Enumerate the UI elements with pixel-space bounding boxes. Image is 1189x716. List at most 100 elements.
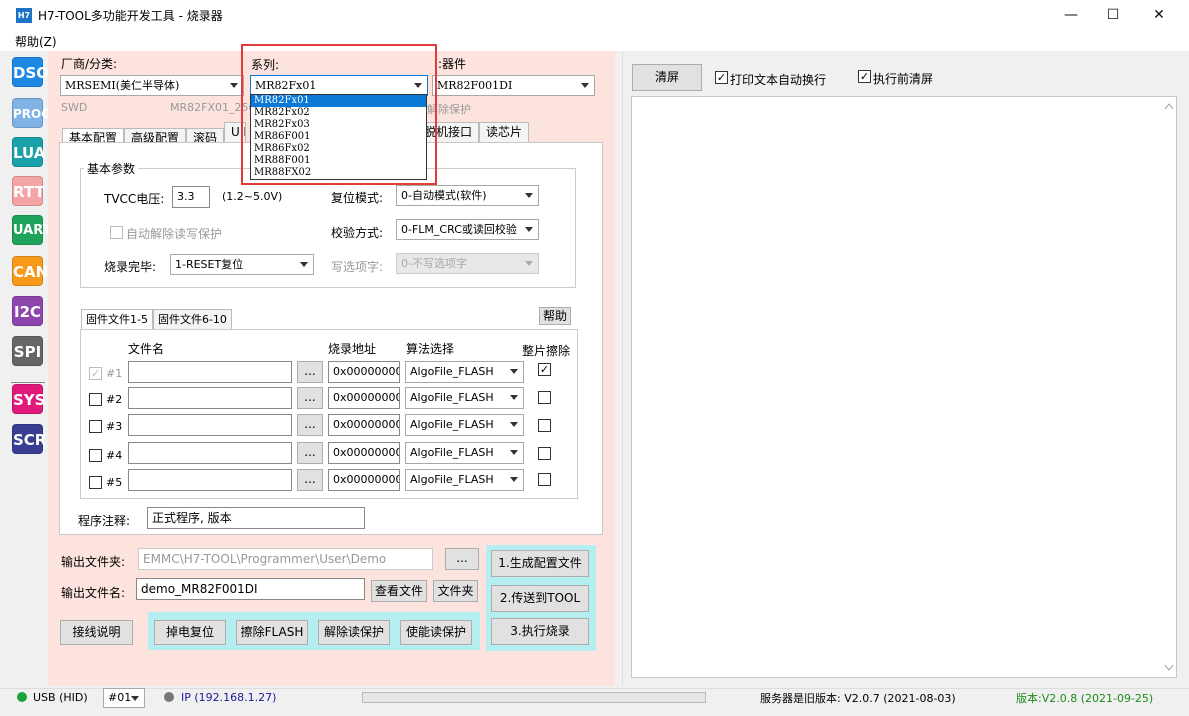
file5-path-input[interactable] — [128, 469, 292, 491]
file5-algorithm-select[interactable]: AlgoFile_FLASH — [405, 469, 524, 491]
reset-mode-value: 0-自动模式(软件) — [401, 189, 487, 202]
nav-scr-button[interactable]: SCR — [12, 424, 46, 454]
chevron-down-icon — [510, 422, 518, 427]
file3-address-input[interactable]: 0x00000000 — [328, 414, 400, 436]
maximize-button[interactable]: ☐ — [1090, 0, 1136, 31]
file4-erase-checkbox[interactable] — [538, 447, 551, 460]
file4-address-input[interactable]: 0x00000000 — [328, 442, 400, 464]
output-folder-input[interactable]: EMMC\H7-TOOL\Programmer\User\Demo — [138, 548, 433, 570]
minimize-button[interactable]: — — [1048, 0, 1094, 31]
help-button[interactable]: 帮助 — [539, 307, 571, 325]
file3-path-input[interactable] — [128, 414, 292, 436]
progress-bar — [362, 692, 706, 703]
verify-select[interactable]: 0-FLM_CRC或读回校验 — [396, 219, 539, 240]
clear-before-label: 执行前清屏 — [873, 72, 934, 86]
file1-erase-checkbox[interactable]: ✓ — [538, 363, 551, 376]
file1-address-input[interactable]: 0x00000000 — [328, 361, 400, 383]
interface-label: SWD — [61, 101, 88, 114]
chevron-down-icon — [510, 369, 518, 374]
log-scrollbar[interactable] — [1162, 97, 1176, 677]
wiring-guide-button[interactable]: 接线说明 — [60, 620, 133, 645]
tvcc-input[interactable]: 3.3 — [172, 186, 210, 208]
file5-algorithm-value: AlgoFile_FLASH — [410, 473, 494, 486]
log-output-area[interactable] — [631, 96, 1177, 678]
autowrap-label: 打印文本自动换行 — [730, 73, 827, 87]
nav-i2c-button[interactable]: I2C — [12, 296, 43, 326]
usb-status: USB (HID) — [33, 691, 88, 704]
tab-read-chip[interactable]: 读芯片 — [479, 122, 530, 142]
power-reset-button[interactable]: 掉电复位 — [154, 620, 226, 645]
autowrap-checkbox[interactable]: ✓ — [715, 71, 728, 84]
nav-dso-button[interactable]: DSO — [12, 57, 49, 87]
close-button[interactable]: ✕ — [1136, 0, 1182, 31]
file4-algorithm-select[interactable]: AlgoFile_FLASH — [405, 442, 524, 464]
nav-spi-button[interactable]: SPI — [12, 336, 43, 366]
output-name-input[interactable]: demo_MR82F001DI — [136, 578, 365, 600]
col-address: 烧录地址 — [328, 342, 377, 356]
col-file-name: 文件名 — [128, 342, 165, 356]
file1-enable-checkbox[interactable]: ✓ — [89, 367, 102, 380]
file5-address-input[interactable]: 0x00000000 — [328, 469, 400, 491]
nav-uart-button[interactable]: UART — [12, 215, 52, 245]
file2-algorithm-select[interactable]: AlgoFile_FLASH — [405, 387, 524, 409]
note-label: 程序注释: — [78, 514, 131, 528]
file5-number: #5 — [106, 476, 123, 489]
port-select[interactable]: #01 — [103, 688, 145, 708]
enable-protect-button[interactable]: 使能读保护 — [400, 620, 472, 645]
clear-before-checkbox[interactable]: ✓ — [858, 70, 871, 83]
file2-erase-checkbox[interactable] — [538, 391, 551, 404]
chevron-down-icon — [131, 696, 139, 701]
file4-enable-checkbox[interactable] — [89, 449, 102, 462]
file1-browse-button[interactable]: ... — [297, 361, 323, 383]
file4-number: #4 — [106, 449, 123, 462]
output-folder-label: 输出文件夹: — [61, 555, 126, 569]
file1-number: #1 — [106, 367, 123, 380]
execute-burn-button[interactable]: 3.执行烧录 — [491, 618, 589, 645]
open-folder-button[interactable]: 文件夹 — [433, 580, 478, 602]
reset-mode-select[interactable]: 0-自动模式(软件) — [396, 185, 539, 206]
generate-config-button[interactable]: 1.生成配置文件 — [491, 550, 589, 577]
device-value: MR82F001DI — [437, 79, 513, 92]
tab-firmware-6-10[interactable]: 固件文件6-10 — [152, 309, 232, 329]
auto-unlock-checkbox[interactable] — [110, 226, 123, 239]
file1-algorithm-select[interactable]: AlgoFile_FLASH — [405, 361, 524, 383]
device-select[interactable]: MR82F001DI — [432, 75, 595, 96]
erase-flash-button[interactable]: 擦除FLASH — [236, 620, 308, 645]
finish-select[interactable]: 1-RESET复位 — [170, 254, 314, 275]
file5-enable-checkbox[interactable] — [89, 476, 102, 489]
app-version: 版本:V2.0.8 (2021-09-25) — [1016, 692, 1154, 705]
nav-lua-button[interactable]: LUA — [12, 137, 45, 167]
file4-algorithm-value: AlgoFile_FLASH — [410, 446, 494, 459]
file3-enable-checkbox[interactable] — [89, 420, 102, 433]
file2-enable-checkbox[interactable] — [89, 393, 102, 406]
vendor-value: MRSEMI(美仁半导体) — [65, 79, 180, 92]
note-input[interactable]: 正式程序, 版本 — [147, 507, 365, 529]
file4-path-input[interactable] — [128, 442, 292, 464]
nav-prog-button[interactable]: PROG — [12, 98, 51, 128]
clear-log-button[interactable]: 清屏 — [632, 64, 702, 91]
usb-status-icon — [17, 692, 27, 702]
file3-browse-button[interactable]: ... — [297, 414, 323, 436]
nav-rtt-button[interactable]: RTT — [12, 176, 45, 206]
nav-sys-button[interactable]: SYS — [12, 384, 45, 414]
chevron-down-icon — [525, 227, 533, 232]
vendor-select[interactable]: MRSEMI(美仁半导体) — [60, 75, 244, 96]
file1-path-input[interactable] — [128, 361, 292, 383]
option-bytes-select[interactable]: 0-不写选项字 — [396, 253, 539, 274]
output-folder-browse-button[interactable]: ... — [445, 548, 479, 570]
file2-path-input[interactable] — [128, 387, 292, 409]
file3-algorithm-select[interactable]: AlgoFile_FLASH — [405, 414, 524, 436]
send-to-tool-button[interactable]: 2.传送到TOOL — [491, 585, 589, 612]
view-file-button[interactable]: 查看文件 — [371, 580, 427, 602]
tab-firmware-1-5[interactable]: 固件文件1-5 — [81, 309, 153, 331]
file2-browse-button[interactable]: ... — [297, 387, 323, 409]
file4-browse-button[interactable]: ... — [297, 442, 323, 464]
nav-can-button[interactable]: CAN — [12, 256, 48, 286]
unprotect-button[interactable]: 解除读保护 — [318, 620, 390, 645]
chevron-down-icon — [510, 395, 518, 400]
file5-erase-checkbox[interactable] — [538, 473, 551, 486]
file2-address-input[interactable]: 0x00000000 — [328, 387, 400, 409]
menu-help[interactable]: 帮助(Z) — [15, 33, 57, 50]
file5-browse-button[interactable]: ... — [297, 469, 323, 491]
file3-erase-checkbox[interactable] — [538, 419, 551, 432]
